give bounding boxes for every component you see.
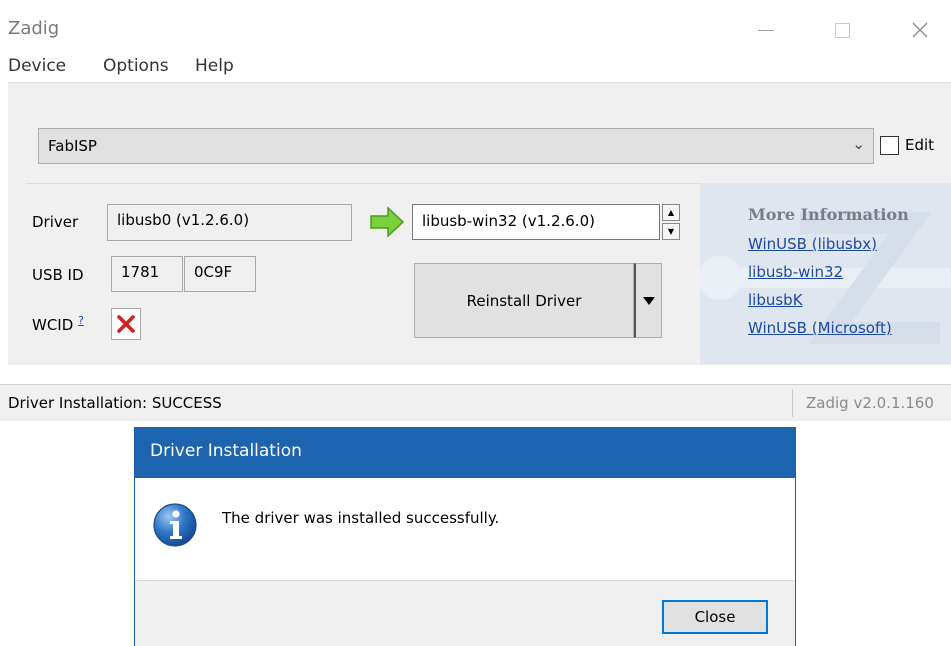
menu-bar: Device Options Help [0, 52, 951, 82]
dropdown-arrow-icon [642, 296, 655, 305]
spin-down-icon[interactable]: ▼ [662, 223, 680, 240]
title-bar: Zadig [0, 0, 951, 50]
current-driver-field: libusb0 (v1.2.6.0) [107, 204, 352, 241]
close-button[interactable]: Close [662, 600, 768, 634]
device-select-value: FabISP [48, 137, 97, 155]
info-icon [153, 503, 197, 547]
dialog-title: Driver Installation [150, 441, 302, 461]
wcid-status [111, 308, 141, 340]
screen: Zadig Device Options Help FabISP ⌄ Edit … [0, 0, 951, 646]
wcid-help-link[interactable]: ? [78, 314, 84, 327]
dialog-footer: Close [135, 580, 795, 646]
usb-id-label: USB ID [32, 266, 84, 284]
edit-label: Edit [905, 136, 935, 154]
maximize-icon[interactable] [824, 12, 860, 48]
menu-device[interactable]: Device [8, 56, 66, 76]
window-title: Zadig [8, 18, 60, 39]
dialog-message: The driver was installed successfully. [222, 509, 500, 527]
driver-installation-dialog: Driver Installation The driver was insta… [134, 427, 796, 646]
more-information-panel: More Information WinUSB (libusbx) libusb… [700, 183, 951, 364]
link-winusb-microsoft[interactable]: WinUSB (Microsoft) [748, 319, 892, 337]
reinstall-dropdown-button[interactable] [634, 263, 662, 338]
green-arrow-right-icon [370, 206, 405, 238]
status-message: Driver Installation: SUCCESS [8, 394, 222, 412]
more-information-title: More Information [748, 205, 909, 224]
version-label: Zadig v2.0.1.160 [806, 394, 934, 412]
link-libusb-win32[interactable]: libusb-win32 [748, 263, 843, 281]
main-panel: FabISP ⌄ Edit Driver libusb0 (v1.2.6.0) … [8, 82, 951, 365]
dialog-title-bar: Driver Installation [135, 427, 795, 478]
spin-up-icon[interactable]: ▲ [662, 204, 680, 221]
red-x-icon [117, 315, 135, 333]
reinstall-driver-button[interactable]: Reinstall Driver [414, 263, 634, 338]
link-libusbk[interactable]: libusbK [748, 291, 803, 309]
driver-spinner[interactable]: ▲ ▼ [662, 204, 680, 240]
divider [26, 183, 706, 184]
usb-pid-field: 0C9F [184, 256, 256, 292]
zadig-window: Zadig Device Options Help FabISP ⌄ Edit … [0, 0, 951, 421]
status-separator [792, 389, 793, 417]
status-bar: Driver Installation: SUCCESS Zadig v2.0.… [0, 384, 951, 421]
driver-label: Driver [32, 213, 79, 231]
target-driver-field[interactable]: libusb-win32 (v1.2.6.0) [412, 204, 660, 240]
menu-options[interactable]: Options [103, 56, 169, 76]
device-select[interactable]: FabISP ⌄ [38, 128, 874, 164]
menu-help[interactable]: Help [195, 56, 234, 76]
wcid-label-text: WCID [32, 316, 74, 334]
wcid-label: WCID ? [32, 314, 84, 334]
close-icon[interactable] [902, 12, 938, 48]
usb-vid-field: 1781 [111, 256, 183, 292]
minimize-icon[interactable] [748, 12, 784, 48]
chevron-down-icon[interactable]: ⌄ [852, 135, 865, 153]
link-winusb-libusbx[interactable]: WinUSB (libusbx) [748, 235, 877, 253]
edit-checkbox[interactable] [880, 136, 899, 155]
